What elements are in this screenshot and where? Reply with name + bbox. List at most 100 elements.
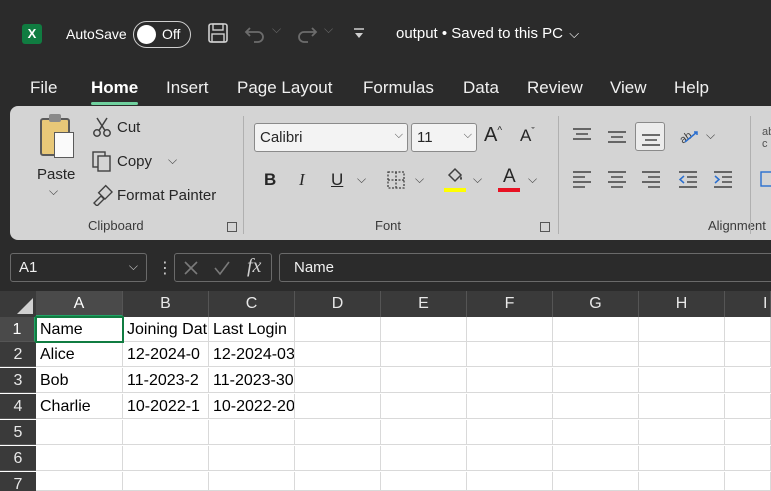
cell-g3[interactable]: [553, 368, 639, 393]
customize-toolbar-icon[interactable]: [352, 27, 366, 41]
cell-f1[interactable]: [467, 317, 553, 342]
cell-h4[interactable]: [639, 394, 725, 419]
cell-d1[interactable]: [295, 317, 381, 342]
column-header-i[interactable]: I: [725, 291, 771, 317]
tab-file[interactable]: File: [30, 78, 57, 98]
align-left-icon[interactable]: [572, 170, 592, 188]
font-launcher-icon[interactable]: [540, 222, 550, 232]
tab-view[interactable]: View: [610, 78, 647, 98]
cell-i3[interactable]: [725, 368, 771, 393]
insert-function-icon[interactable]: fx: [247, 255, 261, 278]
cell-h3[interactable]: [639, 368, 725, 393]
cell-b1[interactable]: Joining Dat: [123, 317, 209, 342]
excel-icon[interactable]: X: [22, 24, 46, 44]
cell-f6[interactable]: [467, 446, 553, 471]
cell-c6[interactable]: [209, 446, 295, 471]
align-bottom-button[interactable]: [635, 122, 665, 151]
cell-f3[interactable]: [467, 368, 553, 393]
redo-dropdown-icon[interactable]: ⌵: [324, 22, 333, 37]
cell-c3[interactable]: 11-2023-30: [209, 368, 295, 393]
decrease-indent-icon[interactable]: [678, 170, 698, 188]
borders-dropdown-icon[interactable]: ⌵: [415, 172, 424, 187]
cell-d7[interactable]: [295, 472, 381, 491]
redo-icon[interactable]: [296, 22, 318, 44]
cell-a5[interactable]: [36, 420, 123, 445]
row-header-2[interactable]: 2: [0, 342, 36, 367]
select-all-button[interactable]: [0, 291, 36, 317]
cell-e3[interactable]: [381, 368, 467, 393]
font-name-select[interactable]: Calibri ⌵: [254, 123, 408, 152]
wrap-text-icon[interactable]: abc: [762, 126, 771, 150]
align-middle-icon[interactable]: [607, 128, 627, 146]
cell-i7[interactable]: [725, 472, 771, 491]
cell-d6[interactable]: [295, 446, 381, 471]
cell-e1[interactable]: [381, 317, 467, 342]
tab-insert[interactable]: Insert: [166, 78, 209, 98]
cell-c7[interactable]: [209, 472, 295, 491]
cell-c4[interactable]: 10-2022-20: [209, 394, 295, 419]
row-header-7[interactable]: 7: [0, 472, 36, 491]
clipboard-launcher-icon[interactable]: [227, 222, 237, 232]
column-header-c[interactable]: C: [209, 291, 295, 317]
cell-i4[interactable]: [725, 394, 771, 419]
cell-h2[interactable]: [639, 342, 725, 367]
orientation-icon[interactable]: ab: [677, 124, 699, 146]
underline-button[interactable]: U: [331, 170, 343, 190]
cell-d3[interactable]: [295, 368, 381, 393]
align-right-icon[interactable]: [641, 170, 661, 188]
increase-indent-icon[interactable]: [713, 170, 733, 188]
autosave-toggle[interactable]: Off: [133, 21, 191, 48]
fill-color-icon[interactable]: [444, 166, 466, 188]
cell-e7[interactable]: [381, 472, 467, 491]
cell-a7[interactable]: [36, 472, 123, 491]
save-icon[interactable]: [207, 22, 229, 44]
cell-g2[interactable]: [553, 342, 639, 367]
row-header-4[interactable]: 4: [0, 394, 36, 419]
cell-c2[interactable]: 12-2024-03: [209, 342, 295, 367]
more-options-icon[interactable]: ⋮: [157, 258, 173, 278]
cell-f5[interactable]: [467, 420, 553, 445]
cell-g1[interactable]: [553, 317, 639, 342]
cell-d2[interactable]: [295, 342, 381, 367]
column-header-f[interactable]: F: [467, 291, 553, 317]
cell-h1[interactable]: [639, 317, 725, 342]
align-center-icon[interactable]: [607, 170, 627, 188]
column-header-g[interactable]: G: [553, 291, 639, 317]
cell-g5[interactable]: [553, 420, 639, 445]
cell-b6[interactable]: [123, 446, 209, 471]
column-header-d[interactable]: D: [295, 291, 381, 317]
tab-formulas[interactable]: Formulas: [363, 78, 434, 98]
cell-b2[interactable]: 12-2024-0: [123, 342, 209, 367]
cell-i6[interactable]: [725, 446, 771, 471]
fill-color-dropdown-icon[interactable]: ⌵: [473, 172, 482, 187]
row-header-1[interactable]: 1: [0, 317, 36, 342]
cell-h5[interactable]: [639, 420, 725, 445]
borders-icon[interactable]: [386, 170, 406, 190]
cell-a2[interactable]: Alice: [36, 342, 123, 367]
cell-e5[interactable]: [381, 420, 467, 445]
cell-b7[interactable]: [123, 472, 209, 491]
column-header-h[interactable]: H: [639, 291, 725, 317]
italic-button[interactable]: I: [299, 170, 305, 190]
font-color-dropdown-icon[interactable]: ⌵: [528, 172, 537, 187]
row-header-5[interactable]: 5: [0, 420, 36, 445]
merge-center-icon[interactable]: [760, 170, 771, 188]
tab-help[interactable]: Help: [674, 78, 709, 98]
undo-icon[interactable]: [244, 22, 266, 44]
cell-f4[interactable]: [467, 394, 553, 419]
column-header-a[interactable]: A: [36, 291, 123, 317]
cell-a3[interactable]: Bob: [36, 368, 123, 393]
increase-font-size-icon[interactable]: A^: [484, 124, 502, 147]
cell-a6[interactable]: [36, 446, 123, 471]
cell-b5[interactable]: [123, 420, 209, 445]
row-header-6[interactable]: 6: [0, 446, 36, 471]
cell-i2[interactable]: [725, 342, 771, 367]
cell-e4[interactable]: [381, 394, 467, 419]
font-color-button[interactable]: A: [503, 166, 516, 188]
cell-g6[interactable]: [553, 446, 639, 471]
tab-review[interactable]: Review: [527, 78, 583, 98]
row-header-3[interactable]: 3: [0, 368, 36, 393]
cancel-icon[interactable]: [183, 260, 199, 276]
cell-f2[interactable]: [467, 342, 553, 367]
orientation-dropdown-icon[interactable]: ⌵: [706, 128, 715, 143]
